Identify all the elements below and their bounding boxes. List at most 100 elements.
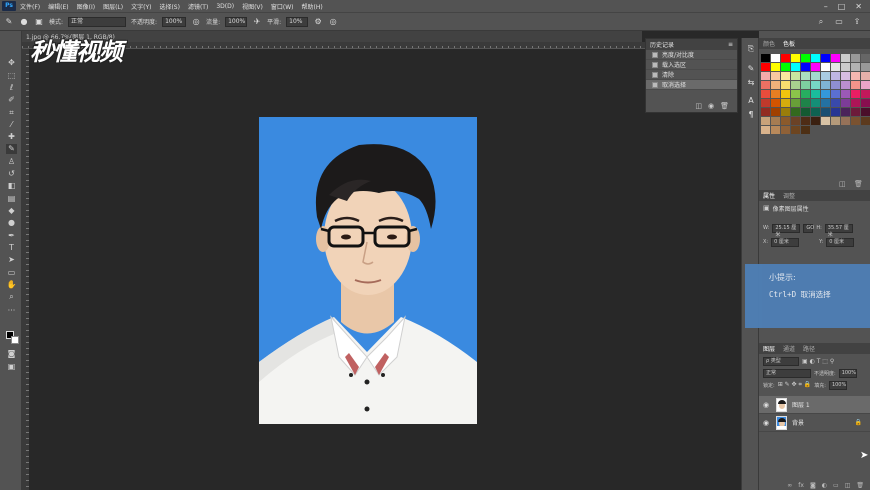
- color-swatch[interactable]: [841, 54, 850, 62]
- menu-edit[interactable]: 编辑(E): [44, 2, 72, 11]
- color-swatch[interactable]: [761, 72, 770, 80]
- marquee-tool-icon[interactable]: ⬚: [6, 71, 17, 81]
- color-swatch[interactable]: [811, 54, 820, 62]
- flow-field[interactable]: 100%: [225, 16, 248, 27]
- color-swatch[interactable]: [851, 72, 860, 80]
- color-swatch[interactable]: [781, 54, 790, 62]
- color-swatch[interactable]: [861, 108, 870, 116]
- panel-menu-icon[interactable]: ≡: [728, 41, 733, 48]
- new-layer-icon[interactable]: ◫: [845, 482, 851, 490]
- tab-adjustments[interactable]: 调整: [783, 191, 795, 200]
- stamp-tool-icon[interactable]: ♙: [6, 157, 17, 167]
- fx-icon[interactable]: fx: [798, 482, 804, 490]
- color-swatch[interactable]: [841, 63, 850, 71]
- history-item[interactable]: 清除: [646, 70, 737, 80]
- history-item[interactable]: 载入选区: [646, 60, 737, 70]
- color-swatch[interactable]: [791, 126, 800, 134]
- brush-tool-icon[interactable]: ✎: [4, 17, 14, 26]
- color-swatch[interactable]: [771, 99, 780, 107]
- color-swatch[interactable]: [821, 81, 830, 89]
- tab-swatches[interactable]: 色板: [783, 39, 795, 48]
- group-icon[interactable]: ▭: [833, 482, 839, 490]
- color-swatch[interactable]: [801, 99, 810, 107]
- brush-preset-icon[interactable]: ●: [19, 17, 29, 26]
- color-swatch[interactable]: [771, 90, 780, 98]
- fill-field[interactable]: 100%: [828, 380, 847, 390]
- color-swatch[interactable]: [801, 90, 810, 98]
- tab-paths[interactable]: 路径: [803, 344, 815, 353]
- eyedropper-tool-icon[interactable]: ⁄: [6, 120, 17, 130]
- workspace-icon[interactable]: ▭: [834, 17, 844, 27]
- color-swatch[interactable]: [781, 108, 790, 116]
- maximize-icon[interactable]: □: [838, 2, 846, 11]
- link-layers-icon[interactable]: ∞: [787, 482, 792, 490]
- color-swatch[interactable]: [801, 63, 810, 71]
- color-swatch[interactable]: [821, 54, 830, 62]
- lasso-tool-icon[interactable]: ℓ: [6, 83, 17, 93]
- color-swatch[interactable]: [791, 108, 800, 116]
- color-swatch[interactable]: [781, 63, 790, 71]
- history-item[interactable]: 亮度/对比度: [646, 50, 737, 60]
- filter-icons[interactable]: ▣ ◐ T ⬚ ⚲: [802, 358, 834, 365]
- color-swatch[interactable]: [821, 108, 830, 116]
- height-field[interactable]: 35.57 厘米: [824, 223, 853, 238]
- brush-settings-icon[interactable]: ✎: [746, 64, 756, 74]
- pressure-opacity-icon[interactable]: ◎: [191, 17, 201, 26]
- color-swatch[interactable]: [851, 63, 860, 71]
- color-swatch[interactable]: [831, 81, 840, 89]
- new-document-icon[interactable]: ◫: [695, 102, 702, 112]
- menu-layer[interactable]: 图层(L): [99, 2, 127, 11]
- color-swatch[interactable]: [791, 54, 800, 62]
- color-swatch[interactable]: [771, 72, 780, 80]
- menu-filter[interactable]: 滤镜(T): [184, 2, 212, 11]
- color-swatch[interactable]: [801, 126, 810, 134]
- color-swatch[interactable]: [861, 90, 870, 98]
- blur-tool-icon[interactable]: ◆: [6, 206, 17, 216]
- y-field[interactable]: 0 厘米: [826, 237, 855, 247]
- screen-mode-icon[interactable]: ▣: [6, 362, 17, 372]
- mask-icon[interactable]: ◙: [810, 482, 816, 490]
- color-swatch[interactable]: [831, 99, 840, 107]
- paragraph-panel-icon[interactable]: ¶: [746, 110, 756, 120]
- layer-row-layer1[interactable]: ◉ 图层 1: [759, 396, 870, 414]
- smoothing-field[interactable]: 10%: [286, 16, 309, 27]
- color-swatch[interactable]: [861, 117, 870, 125]
- color-swatch[interactable]: [761, 63, 770, 71]
- color-swatch[interactable]: [801, 81, 810, 89]
- color-swatch[interactable]: [811, 81, 820, 89]
- menu-help[interactable]: 帮助(H): [298, 2, 327, 11]
- color-swatch[interactable]: [851, 90, 860, 98]
- gear-icon[interactable]: ⚙: [313, 17, 323, 26]
- shape-tool-icon[interactable]: ▭: [6, 268, 17, 278]
- color-swatch[interactable]: [801, 54, 810, 62]
- opacity-field[interactable]: 100%: [162, 16, 187, 27]
- x-field[interactable]: 0 厘米: [771, 237, 800, 247]
- history-panel-icon[interactable]: ⎘: [746, 44, 756, 54]
- color-swatch[interactable]: [761, 99, 770, 107]
- color-swatch[interactable]: [821, 90, 830, 98]
- color-swatch[interactable]: [801, 72, 810, 80]
- color-swatch[interactable]: [821, 99, 830, 107]
- color-swatch[interactable]: [781, 72, 790, 80]
- color-swatch[interactable]: [781, 90, 790, 98]
- color-swatch[interactable]: [861, 99, 870, 107]
- color-swatch[interactable]: [851, 117, 860, 125]
- delete-layer-icon[interactable]: 🗑: [856, 482, 864, 490]
- gradient-tool-icon[interactable]: ▤: [6, 194, 17, 204]
- color-swatch[interactable]: [841, 117, 850, 125]
- visibility-eye-icon[interactable]: ◉: [763, 419, 771, 427]
- color-swatch[interactable]: [861, 81, 870, 89]
- color-swatch[interactable]: [811, 90, 820, 98]
- color-swatch[interactable]: [821, 72, 830, 80]
- color-swatch[interactable]: [781, 81, 790, 89]
- close-icon[interactable]: ✕: [855, 2, 862, 11]
- color-swatch[interactable]: [761, 90, 770, 98]
- color-swatch[interactable]: [771, 63, 780, 71]
- color-swatch[interactable]: [861, 72, 870, 80]
- brush-panel-icon[interactable]: ▣: [34, 17, 44, 26]
- color-swatch[interactable]: [841, 108, 850, 116]
- search-icon[interactable]: ⌕: [816, 17, 826, 27]
- history-brush-tool-icon[interactable]: ↺: [6, 169, 17, 179]
- minimize-icon[interactable]: –: [824, 2, 828, 11]
- swatch-new-icon[interactable]: ◫: [839, 180, 846, 188]
